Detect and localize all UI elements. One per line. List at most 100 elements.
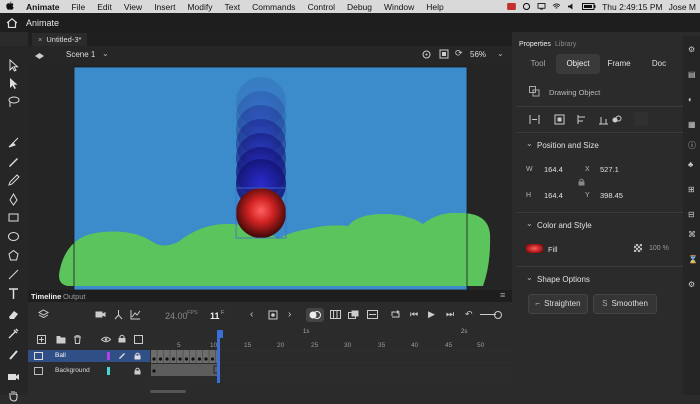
polystar-tool-icon[interactable] bbox=[7, 249, 20, 262]
camera-tool-icon[interactable] bbox=[7, 370, 20, 383]
properties-panel-icon[interactable]: ⚙ bbox=[688, 45, 695, 54]
camera-icon[interactable] bbox=[95, 310, 106, 321]
tab-frame[interactable]: Frame bbox=[600, 54, 638, 74]
menu-modify[interactable]: Modify bbox=[181, 2, 218, 12]
motion-tween-icon[interactable] bbox=[367, 310, 378, 321]
y-value[interactable]: 398.45 bbox=[600, 191, 623, 200]
straighten-button[interactable]: ⌐ Straighten bbox=[528, 294, 588, 314]
section-color-and-style[interactable]: Color and Style bbox=[537, 221, 592, 230]
new-folder-icon[interactable] bbox=[56, 335, 66, 346]
assets-panel-icon[interactable]: ♣ bbox=[688, 160, 693, 169]
menu-insert[interactable]: Insert bbox=[148, 2, 181, 12]
align-panel-icon[interactable]: ⊟ bbox=[688, 210, 695, 219]
oval-tool-icon[interactable] bbox=[7, 230, 20, 243]
menubar-clock[interactable]: Thu 2:49:15 PM bbox=[602, 2, 662, 12]
menu-window[interactable]: Window bbox=[378, 2, 420, 12]
frame-grid[interactable] bbox=[150, 337, 512, 383]
swatches-panel-icon[interactable]: ▦ bbox=[688, 120, 696, 129]
layer-lock-icon[interactable] bbox=[134, 367, 141, 377]
graph-icon[interactable] bbox=[130, 309, 141, 322]
tab-library[interactable]: Library bbox=[555, 41, 576, 48]
smoothen-button[interactable]: S Smoothen bbox=[593, 294, 657, 314]
section-shape-options[interactable]: Shape Options bbox=[537, 275, 590, 284]
onion-skin-toggle[interactable] bbox=[306, 308, 324, 322]
first-frame-icon[interactable]: ⏮ bbox=[410, 309, 418, 320]
battery-icon[interactable] bbox=[582, 2, 596, 12]
timeline-menu-icon[interactable]: ≡ bbox=[500, 290, 505, 300]
layer-name[interactable]: Ball bbox=[55, 352, 66, 359]
pencil-tool-icon[interactable] bbox=[7, 174, 20, 187]
collapse-chevron-icon[interactable]: ⌄ bbox=[526, 139, 533, 148]
info-panel-icon[interactable]: ⓘ bbox=[688, 140, 696, 151]
text-tool-icon[interactable] bbox=[7, 287, 20, 300]
lasso-tool-icon[interactable] bbox=[7, 95, 20, 108]
components-panel-icon[interactable]: ⚙ bbox=[688, 280, 695, 289]
match-size-icon[interactable] bbox=[554, 114, 565, 127]
frame-rate[interactable]: 24.00 bbox=[165, 311, 188, 321]
close-tab-icon[interactable]: × bbox=[38, 35, 42, 44]
fill-alpha[interactable]: 100 % bbox=[649, 245, 669, 252]
layers-icon[interactable] bbox=[37, 309, 50, 322]
align-icon[interactable] bbox=[529, 114, 540, 127]
edit-multiple-frames-icon[interactable] bbox=[330, 310, 341, 321]
code-snippets-icon[interactable]: ⌘ bbox=[688, 230, 696, 239]
eyedropper-tool-icon[interactable] bbox=[7, 327, 20, 340]
timeline-scrollbar[interactable] bbox=[150, 390, 186, 393]
line-tool-icon[interactable] bbox=[7, 268, 20, 281]
eraser-tool-icon[interactable] bbox=[7, 308, 20, 321]
rotation-icon[interactable]: ⟳ bbox=[455, 48, 463, 59]
tab-tool[interactable]: Tool bbox=[520, 54, 556, 74]
document-tab[interactable]: × Untitled-3* bbox=[32, 33, 88, 46]
space-icon[interactable] bbox=[598, 114, 609, 127]
create-tween-icon[interactable] bbox=[348, 310, 359, 321]
pen-tool-icon[interactable] bbox=[7, 193, 20, 206]
transform-icon[interactable] bbox=[611, 114, 622, 127]
hand-tool-icon[interactable] bbox=[7, 389, 20, 402]
menu-edit[interactable]: Edit bbox=[91, 2, 118, 12]
home-icon[interactable] bbox=[6, 17, 18, 28]
x-value[interactable]: 527.1 bbox=[600, 165, 619, 174]
subselection-tool-icon[interactable] bbox=[7, 77, 20, 90]
bone-tool-icon[interactable] bbox=[7, 348, 20, 361]
tab-timeline[interactable]: Timeline bbox=[31, 292, 61, 301]
transform-panel-icon[interactable]: ⊞ bbox=[688, 185, 695, 194]
menu-text[interactable]: Text bbox=[219, 2, 247, 12]
tab-object[interactable]: Object bbox=[556, 54, 600, 74]
layer-color-swatch[interactable] bbox=[107, 367, 110, 375]
color-panel-icon[interactable]: ◐ bbox=[688, 95, 693, 104]
lock-all-layers-icon[interactable] bbox=[118, 334, 126, 345]
tab-output[interactable]: Output bbox=[63, 292, 86, 301]
timeline-zoom-handle[interactable] bbox=[494, 311, 502, 319]
menu-commands[interactable]: Commands bbox=[246, 2, 301, 12]
history-panel-icon[interactable]: ⌛ bbox=[688, 255, 698, 264]
playhead[interactable] bbox=[217, 330, 223, 338]
play-icon[interactable]: ▶ bbox=[428, 309, 435, 320]
menu-debug[interactable]: Debug bbox=[341, 2, 378, 12]
scene-dropdown-chevron-icon[interactable]: ⌄ bbox=[102, 49, 109, 58]
distribute-icon[interactable] bbox=[577, 114, 588, 127]
lock-proportions-icon[interactable] bbox=[578, 178, 585, 188]
clip-content-icon[interactable] bbox=[439, 49, 449, 61]
menu-help[interactable]: Help bbox=[420, 2, 449, 12]
stage-artwork[interactable] bbox=[28, 64, 512, 290]
layer-lock-icon[interactable] bbox=[134, 352, 141, 362]
last-frame-icon[interactable]: ⏭ bbox=[446, 309, 454, 320]
current-frame[interactable]: 11 bbox=[210, 311, 220, 321]
new-layer-icon[interactable] bbox=[37, 335, 46, 346]
apple-icon[interactable] bbox=[0, 1, 20, 12]
paint-brush-icon[interactable] bbox=[7, 136, 20, 149]
menu-view[interactable]: View bbox=[118, 2, 148, 12]
wifi-icon[interactable] bbox=[552, 2, 561, 12]
loop-icon[interactable] bbox=[390, 310, 401, 321]
zoom-level[interactable]: 56% bbox=[470, 50, 486, 59]
delete-layer-icon[interactable] bbox=[73, 335, 82, 346]
zoom-dropdown-chevron-icon[interactable]: ⌄ bbox=[497, 49, 504, 58]
undo-icon[interactable]: ↶ bbox=[465, 309, 473, 320]
menu-app-name[interactable]: Animate bbox=[20, 2, 66, 12]
menu-file[interactable]: File bbox=[66, 2, 92, 12]
edit-scene-icon[interactable] bbox=[34, 50, 45, 62]
swap-icon[interactable] bbox=[634, 112, 648, 126]
menubar-user[interactable]: Jose M bbox=[669, 2, 696, 12]
volume-icon[interactable] bbox=[567, 2, 576, 12]
layer-row[interactable] bbox=[28, 350, 150, 362]
